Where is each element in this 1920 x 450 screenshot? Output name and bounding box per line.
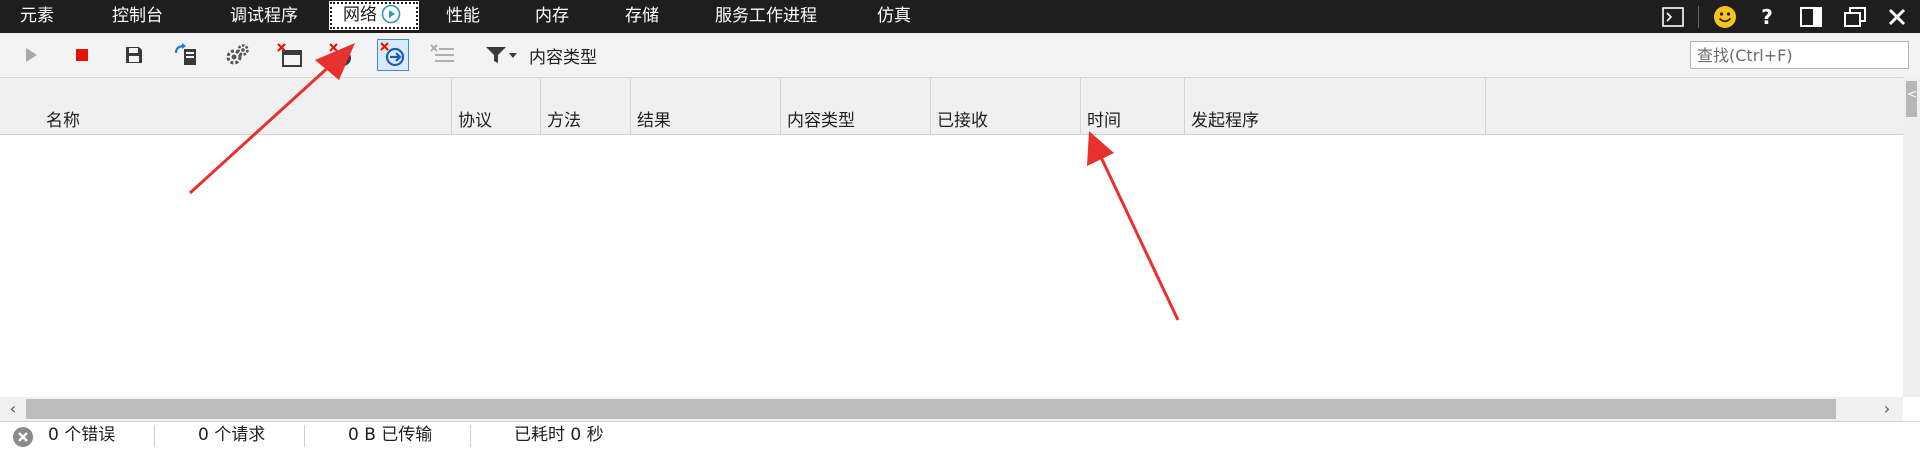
chevron-down-icon bbox=[509, 53, 517, 58]
status-divider bbox=[154, 425, 155, 447]
tab-label: 网络 bbox=[343, 5, 377, 25]
request-table-header: 名称 协议 方法 结果 内容类型 已接收 时间 发起程序 bbox=[0, 77, 1903, 135]
tab-storage[interactable]: 存储 bbox=[625, 0, 659, 33]
clear-cookies-icon bbox=[329, 43, 351, 66]
column-label: 协议 bbox=[458, 111, 492, 131]
tab-label: 内存 bbox=[535, 6, 569, 26]
toolbar-separator bbox=[1698, 6, 1699, 28]
clear-list-button[interactable] bbox=[428, 40, 458, 70]
undock-icon bbox=[1844, 6, 1866, 27]
column-header-name[interactable]: 名称 bbox=[0, 78, 452, 135]
tab-label: 性能 bbox=[446, 6, 480, 26]
clear-cache-icon bbox=[277, 43, 302, 67]
transferred-size: 0 B 已传输 bbox=[348, 425, 433, 445]
content-type-filter-button[interactable] bbox=[484, 40, 520, 70]
column-header-protocol[interactable]: 协议 bbox=[452, 78, 541, 135]
export-har-button[interactable] bbox=[119, 40, 149, 70]
clear-cookies-button[interactable] bbox=[327, 40, 357, 70]
column-label: 方法 bbox=[547, 111, 581, 131]
smiley-feedback-icon bbox=[1714, 5, 1736, 28]
column-header-initiator[interactable]: 发起程序 bbox=[1185, 78, 1486, 135]
column-label: 名称 bbox=[46, 111, 80, 131]
feedback-button[interactable] bbox=[1710, 0, 1740, 33]
tab-debugger[interactable]: 调试程序 bbox=[230, 0, 298, 33]
request-table-body bbox=[0, 135, 1903, 397]
undock-button[interactable] bbox=[1840, 0, 1870, 33]
console-button[interactable] bbox=[1658, 0, 1688, 33]
status-divider bbox=[470, 425, 471, 447]
tab-label: 调试程序 bbox=[230, 6, 298, 26]
column-label: 已接收 bbox=[937, 111, 988, 131]
column-header-content-type[interactable]: 内容类型 bbox=[781, 78, 931, 135]
tab-service-workers[interactable]: 服务工作进程 bbox=[715, 0, 817, 33]
save-icon bbox=[126, 47, 142, 63]
start-profiling-button[interactable] bbox=[16, 40, 46, 70]
filter-label: 内容类型 bbox=[529, 48, 597, 68]
search-input[interactable] bbox=[1690, 41, 1909, 69]
error-count: 0 个错误 bbox=[48, 425, 116, 445]
tab-label: 控制台 bbox=[112, 6, 163, 26]
request-count: 0 个请求 bbox=[198, 425, 266, 445]
tab-label: 仿真 bbox=[877, 6, 911, 26]
column-header-result[interactable]: 结果 bbox=[631, 78, 781, 135]
column-label: 内容类型 bbox=[787, 111, 855, 131]
devtools-tab-bar: 元素 控制台 调试程序 网络 性能 内存 存储 服务工作进程 仿真 ? bbox=[0, 0, 1920, 33]
tab-label: 服务工作进程 bbox=[715, 6, 817, 26]
stop-record-icon bbox=[76, 49, 88, 61]
tab-memory[interactable]: 内存 bbox=[535, 0, 569, 33]
stop-recording-button[interactable] bbox=[67, 40, 97, 70]
column-label: 结果 bbox=[637, 111, 671, 131]
column-header-method[interactable]: 方法 bbox=[541, 78, 631, 135]
status-bar: 0 个错误 0 个请求 0 B 已传输 已耗时 0 秒 bbox=[0, 421, 1920, 450]
scrollbar-thumb[interactable] bbox=[26, 399, 1836, 419]
import-icon bbox=[174, 43, 196, 65]
clear-entries-on-navigate-toggle[interactable] bbox=[377, 39, 409, 71]
recording-indicator-icon bbox=[381, 4, 401, 23]
tab-network[interactable]: 网络 bbox=[329, 1, 419, 30]
dock-button[interactable] bbox=[1796, 0, 1826, 33]
help-icon: ? bbox=[1761, 4, 1773, 29]
scroll-right-arrow-icon[interactable]: › bbox=[1876, 397, 1898, 421]
dock-icon bbox=[1800, 6, 1822, 27]
tab-elements[interactable]: 元素 bbox=[20, 0, 54, 33]
help-button[interactable]: ? bbox=[1752, 0, 1782, 33]
tab-console[interactable]: 控制台 bbox=[112, 0, 163, 33]
side-panel-toggle[interactable]: < bbox=[1903, 77, 1920, 397]
clear-entries-icon bbox=[380, 42, 405, 67]
play-icon bbox=[26, 48, 37, 62]
import-har-button[interactable] bbox=[171, 40, 201, 70]
status-divider bbox=[304, 425, 305, 447]
settings-gear-icon bbox=[226, 44, 249, 65]
tab-label: 存储 bbox=[625, 6, 659, 26]
scroll-left-arrow-icon[interactable]: ‹ bbox=[2, 397, 24, 421]
horizontal-scrollbar[interactable]: ‹ › bbox=[0, 397, 1903, 421]
chevron-left-icon: < bbox=[1907, 87, 1918, 101]
tab-performance[interactable]: 性能 bbox=[446, 0, 480, 33]
column-label: 时间 bbox=[1087, 111, 1121, 131]
clear-cache-button[interactable] bbox=[275, 40, 305, 70]
filter-funnel-icon bbox=[486, 47, 517, 63]
column-header-time[interactable]: 时间 bbox=[1081, 78, 1185, 135]
console-icon bbox=[1662, 6, 1684, 27]
network-toolbar: 内容类型 bbox=[0, 33, 1920, 77]
error-circle-icon bbox=[13, 427, 33, 447]
network-settings-button[interactable] bbox=[223, 40, 253, 70]
elapsed-time: 已耗时 0 秒 bbox=[514, 425, 604, 445]
close-icon bbox=[1888, 8, 1906, 25]
clear-list-icon bbox=[430, 44, 454, 62]
tab-emulation[interactable]: 仿真 bbox=[877, 0, 911, 33]
close-button[interactable] bbox=[1882, 0, 1912, 33]
column-label: 发起程序 bbox=[1191, 111, 1259, 131]
tab-label: 元素 bbox=[20, 6, 54, 26]
column-header-received[interactable]: 已接收 bbox=[931, 78, 1081, 135]
